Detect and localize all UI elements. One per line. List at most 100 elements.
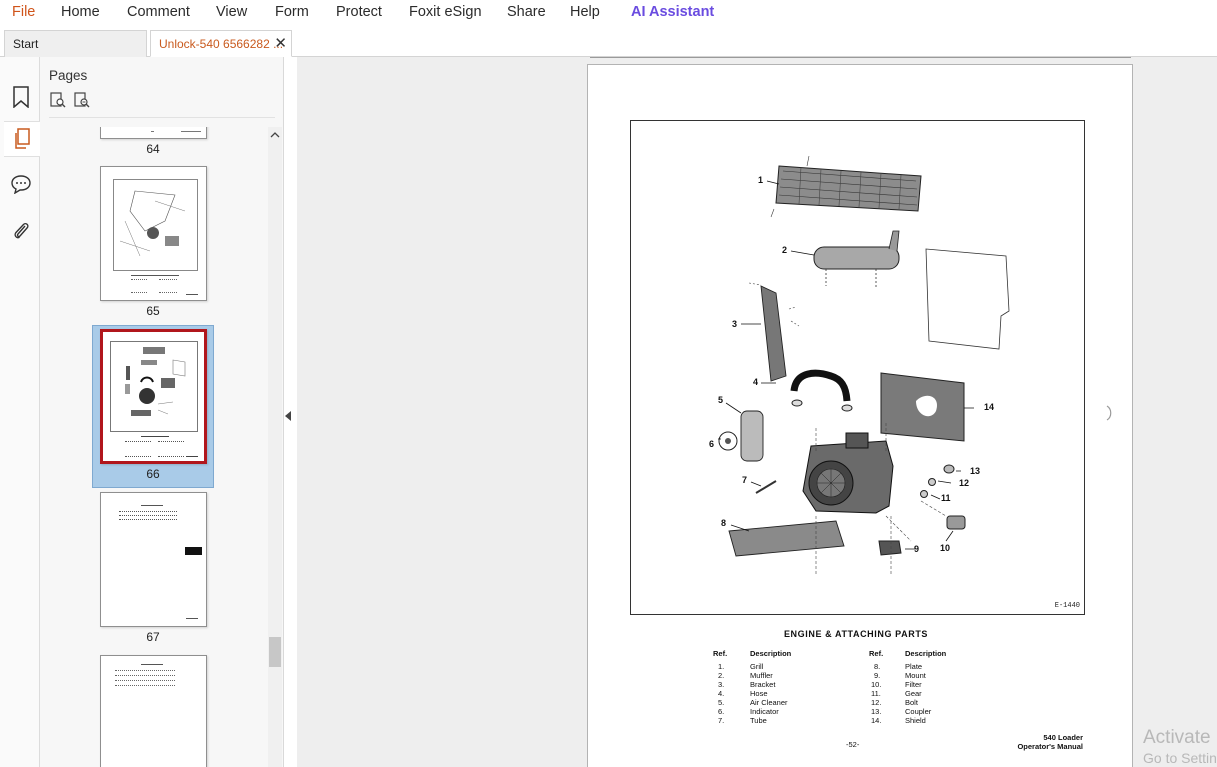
menu-help[interactable]: Help <box>570 4 600 20</box>
activation-watermark-subtext: Go to Settings <box>1143 750 1217 766</box>
foxit-app-window: File Home Comment View Form Protect Foxi… <box>0 0 1217 767</box>
callout-label: 12 <box>959 478 970 488</box>
menu-home[interactable]: Home <box>61 4 100 20</box>
callout-label: 10 <box>940 543 951 553</box>
navigation-rail <box>0 57 40 767</box>
part-description: Coupler <box>905 707 932 716</box>
thumbnail-list: 64 65 66 67 <box>40 127 268 767</box>
part-description: Filter <box>905 680 922 689</box>
tab-start[interactable]: Start <box>4 30 147 57</box>
part-description: Muffler <box>750 671 773 680</box>
callout-label: 5 <box>718 395 724 405</box>
part-description: Hose <box>750 689 768 698</box>
comment-icon[interactable] <box>5 166 37 202</box>
menu-ai-assistant[interactable]: AI Assistant <box>631 4 714 20</box>
collapse-panel-icon[interactable] <box>284 410 296 426</box>
part-ref: 13. <box>871 707 882 716</box>
pages-icon[interactable] <box>4 121 40 157</box>
part-description: Grill <box>750 662 764 671</box>
panel-divider <box>49 117 275 118</box>
callout-label: 9 <box>914 544 920 554</box>
part-ref: 1. <box>718 662 725 671</box>
pages-panel-title: Pages <box>49 68 88 83</box>
menu-file[interactable]: File <box>12 4 35 20</box>
callout-label: 4 <box>753 377 759 387</box>
part-description: Shield <box>905 716 926 725</box>
close-tab-icon[interactable]: ✕ <box>274 31 287 56</box>
part-description: Bracket <box>750 680 776 689</box>
document-tab-bar: Start Unlock-540 6566282 ... ✕ <box>0 26 1217 57</box>
pages-panel: Pages 64 65 66 67 <box>40 57 284 767</box>
scrollbar-thumb[interactable] <box>269 637 281 667</box>
pdf-page: 1 2 3 4 5 6 7 8 9 10 11 12 13 14 E-1440 … <box>587 64 1133 767</box>
page-number: -52- <box>846 740 860 749</box>
menu-comment[interactable]: Comment <box>127 4 190 20</box>
footer-manual: Operator's Manual <box>1017 742 1083 751</box>
callout-label: 2 <box>782 245 788 255</box>
part-ref: 14. <box>871 716 882 725</box>
menu-form[interactable]: Form <box>275 4 309 20</box>
activation-watermark: Activate <box>1143 727 1211 748</box>
part-description: Plate <box>905 662 923 671</box>
exploded-parts-figure: 1 2 3 4 5 6 7 8 9 10 11 12 13 14 E-1440 <box>630 120 1085 615</box>
part-description: Bolt <box>905 698 918 707</box>
menu-view[interactable]: View <box>216 4 247 20</box>
callout-label: 6 <box>709 439 715 449</box>
parts-header-ref: Ref. <box>713 649 728 658</box>
callout-label: 1 <box>758 175 764 185</box>
part-ref: 5. <box>718 698 725 707</box>
part-ref: 3. <box>718 680 725 689</box>
menu-foxit-esign[interactable]: Foxit eSign <box>409 4 482 20</box>
bookmark-icon[interactable] <box>5 79 37 115</box>
callout-label: 13 <box>970 466 981 476</box>
menu-protect[interactable]: Protect <box>336 4 382 20</box>
page-thumbnail[interactable] <box>100 655 207 767</box>
callout-label: 8 <box>721 518 727 528</box>
next-page-icon[interactable] <box>1106 405 1114 424</box>
thumbnail-scrollbar[interactable] <box>268 127 282 767</box>
part-description: Mount <box>905 671 926 680</box>
part-description: Tube <box>750 716 767 725</box>
parts-header-description: Description <box>750 649 792 658</box>
part-ref: 4. <box>718 689 725 698</box>
manual-footer: 540 Loader Operator's Manual <box>1008 733 1083 751</box>
part-ref: 11. <box>871 689 881 698</box>
part-ref: 6. <box>718 707 725 716</box>
engine-parts-drawing <box>718 155 1010 576</box>
scroll-up-icon[interactable] <box>270 131 280 141</box>
page-number-label: 64 <box>146 142 160 156</box>
tab-start-label: Start <box>13 37 39 51</box>
part-ref: 9. <box>874 671 881 680</box>
menu-bar: File Home Comment View Form Protect Foxi… <box>0 0 1217 26</box>
menu-share[interactable]: Share <box>507 4 546 20</box>
callout-label: 14 <box>984 402 995 412</box>
zoom-thumbnail-icon[interactable] <box>73 91 93 111</box>
part-ref: 2. <box>718 671 725 680</box>
tab-document-label: Unlock-540 6566282 ... <box>159 37 284 51</box>
page-number-label: 67 <box>146 630 160 644</box>
parts-header-description: Description <box>905 649 947 658</box>
part-description: Air Cleaner <box>750 698 788 707</box>
page-options-icon[interactable] <box>49 91 69 111</box>
part-description: Indicator <box>750 707 779 716</box>
part-ref: 10. <box>871 680 882 689</box>
parts-header-ref: Ref. <box>869 649 884 658</box>
callout-label: 3 <box>732 319 738 329</box>
figure-caption: ENGINE & ATTACHING PARTS <box>783 629 929 639</box>
footer-model: 540 Loader <box>1043 733 1083 742</box>
previous-page-edge <box>590 57 1131 58</box>
figure-code: E-1440 <box>1054 602 1080 610</box>
page-number-label: 66 <box>146 467 160 481</box>
attachment-icon[interactable] <box>5 213 37 249</box>
page-thumbnail[interactable] <box>100 166 207 301</box>
part-ref: 12. <box>871 698 882 707</box>
page-thumbnail-current[interactable] <box>100 329 207 464</box>
page-number-label: 65 <box>146 304 160 318</box>
part-ref: 8. <box>874 662 881 671</box>
part-description: Gear <box>905 689 922 698</box>
callout-label: 11 <box>941 493 951 503</box>
part-ref: 7. <box>718 716 725 725</box>
page-thumbnail[interactable] <box>100 492 207 627</box>
page-thumbnail[interactable] <box>100 127 207 139</box>
tab-document[interactable]: Unlock-540 6566282 ... ✕ <box>150 30 292 57</box>
